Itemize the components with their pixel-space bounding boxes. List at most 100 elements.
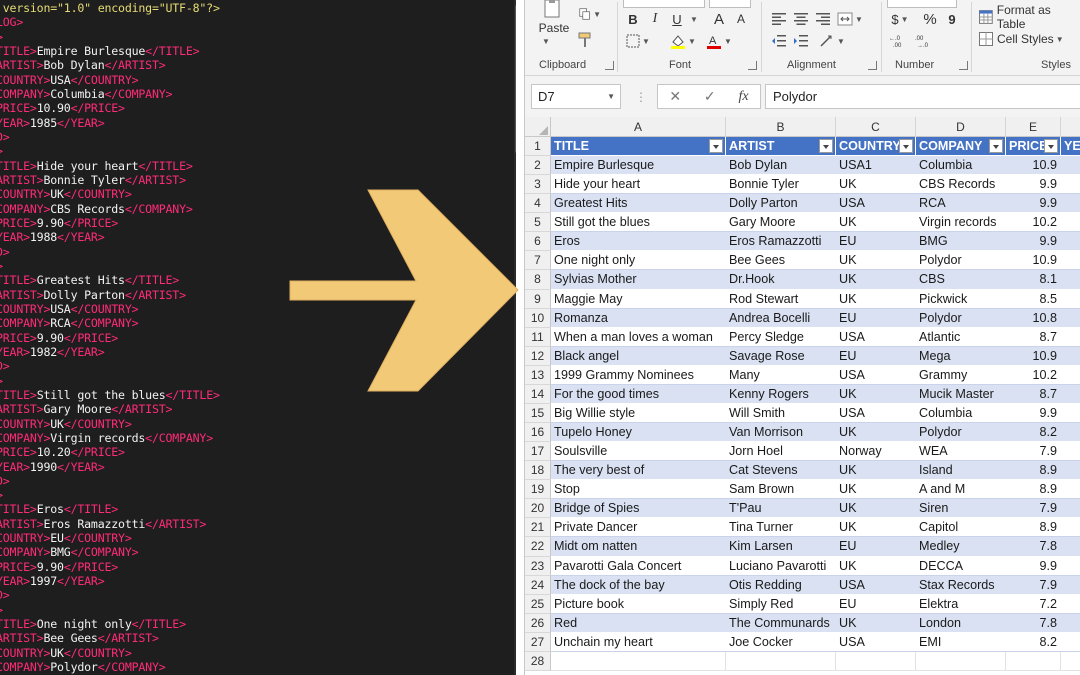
cancel-icon[interactable]: ✕ [669, 88, 681, 105]
header-cell[interactable]: TITLE [551, 137, 726, 157]
table-cell[interactable] [1061, 537, 1080, 557]
table-cell[interactable]: Kim Larsen [726, 537, 836, 557]
name-box-dropdown-icon[interactable]: ▼ [607, 85, 615, 108]
decrease-decimal-icon[interactable]: .00 →.0 [913, 32, 935, 50]
table-cell[interactable]: Medley [916, 537, 1006, 557]
table-cell[interactable]: Columbia [916, 156, 1006, 176]
header-cell[interactable]: PRICE [1006, 137, 1061, 157]
table-cell[interactable]: EU [836, 594, 916, 614]
table-cell[interactable]: Capitol [916, 518, 1006, 538]
table-cell[interactable]: Many [726, 365, 836, 385]
table-cell[interactable]: UK [836, 518, 916, 538]
font-color-icon[interactable]: A ▼ [703, 32, 735, 50]
table-cell[interactable]: Polydor [916, 308, 1006, 328]
table-cell[interactable] [1061, 594, 1080, 614]
currency-button[interactable]: $ ▼ [887, 10, 913, 28]
table-cell[interactable]: 10.9 [1006, 346, 1061, 366]
table-cell[interactable] [1061, 423, 1080, 443]
table-cell[interactable] [1061, 175, 1080, 195]
table-cell[interactable] [836, 651, 916, 671]
table-cell[interactable] [1061, 365, 1080, 385]
alignment-launcher-icon[interactable] [868, 61, 877, 70]
name-box[interactable]: D7 ▼ [531, 84, 621, 109]
table-cell[interactable]: Andrea Bocelli [726, 308, 836, 328]
filter-dropdown-icon[interactable] [819, 139, 833, 153]
table-cell[interactable]: Black angel [551, 346, 726, 366]
row-header[interactable]: 25 [525, 594, 551, 614]
editor-scroll-thumb[interactable] [515, 4, 516, 154]
table-cell[interactable]: BMG [916, 232, 1006, 252]
row-header[interactable]: 7 [525, 251, 551, 271]
row-header[interactable]: 1 [525, 137, 551, 157]
table-cell[interactable]: Still got the blues [551, 213, 726, 233]
table-cell[interactable]: UK [836, 556, 916, 576]
table-cell[interactable]: Will Smith [726, 403, 836, 424]
filter-dropdown-icon[interactable] [899, 139, 913, 153]
table-cell[interactable]: Norway [836, 442, 916, 462]
table-cell[interactable]: Mega [916, 346, 1006, 366]
table-cell[interactable]: The Communards [726, 613, 836, 633]
shrink-font-button[interactable]: A [731, 10, 751, 28]
table-cell[interactable]: Bee Gees [726, 251, 836, 271]
row-header[interactable]: 12 [525, 346, 551, 366]
table-cell[interactable]: EU [836, 232, 916, 252]
table-cell[interactable]: Kenny Rogers [726, 384, 836, 404]
table-cell[interactable] [726, 651, 836, 671]
table-cell[interactable] [1061, 194, 1080, 214]
merge-center-icon[interactable]: ▼ [835, 10, 865, 28]
table-cell[interactable]: EU [836, 346, 916, 366]
table-cell[interactable]: Virgin records [916, 213, 1006, 233]
table-cell[interactable] [1061, 156, 1080, 176]
table-cell[interactable] [1061, 613, 1080, 633]
table-cell[interactable] [1061, 651, 1080, 671]
comma-style-button[interactable]: 9 [943, 10, 961, 28]
table-cell[interactable]: 10.9 [1006, 156, 1061, 176]
header-cell[interactable]: COMPANY [916, 137, 1006, 157]
table-cell[interactable]: USA [836, 403, 916, 424]
font-launcher-icon[interactable] [748, 61, 757, 70]
table-cell[interactable]: 8.7 [1006, 384, 1061, 404]
table-cell[interactable]: Dr.Hook [726, 270, 836, 290]
table-cell[interactable]: Midt om natten [551, 537, 726, 557]
table-cell[interactable]: Polydor [916, 423, 1006, 443]
table-cell[interactable]: RCA [916, 194, 1006, 214]
table-cell[interactable]: UK [836, 461, 916, 481]
table-cell[interactable]: Savage Rose [726, 346, 836, 366]
increase-indent-icon[interactable] [791, 32, 811, 50]
table-cell[interactable]: Island [916, 461, 1006, 481]
table-cell[interactable]: 8.9 [1006, 480, 1061, 500]
table-cell[interactable]: Romanza [551, 308, 726, 328]
table-cell[interactable] [1061, 270, 1080, 290]
table-cell[interactable] [1061, 251, 1080, 271]
table-cell[interactable] [1061, 480, 1080, 500]
copy-icon[interactable]: ▼ [579, 4, 601, 24]
column-header-e[interactable]: E [1006, 117, 1061, 137]
table-cell[interactable] [1061, 461, 1080, 481]
table-cell[interactable]: UK [836, 251, 916, 271]
table-cell[interactable]: Empire Burlesque [551, 156, 726, 176]
table-cell[interactable]: USA [836, 194, 916, 214]
align-right-icon[interactable] [813, 10, 833, 28]
fill-color-icon[interactable]: ▼ [667, 32, 699, 50]
table-cell[interactable]: Simply Red [726, 594, 836, 614]
formula-input[interactable]: Polydor [765, 84, 1080, 109]
table-cell[interactable]: Pickwick [916, 289, 1006, 309]
table-cell[interactable]: The dock of the bay [551, 575, 726, 595]
table-cell[interactable] [1061, 442, 1080, 462]
underline-button[interactable]: U [667, 10, 687, 28]
table-cell[interactable]: 7.9 [1006, 442, 1061, 462]
table-cell[interactable]: 8.9 [1006, 461, 1061, 481]
table-cell[interactable]: Cat Stevens [726, 461, 836, 481]
row-header[interactable]: 16 [525, 423, 551, 443]
row-header[interactable]: 20 [525, 499, 551, 519]
column-header-f[interactable] [1061, 117, 1080, 137]
row-header[interactable]: 2 [525, 156, 551, 176]
table-cell[interactable]: Tupelo Honey [551, 423, 726, 443]
borders-icon[interactable]: ▼ [625, 32, 651, 50]
table-cell[interactable]: EMI [916, 632, 1006, 652]
percent-button[interactable]: % [919, 10, 941, 28]
table-cell[interactable]: 8.9 [1006, 518, 1061, 538]
row-header[interactable]: 13 [525, 365, 551, 385]
table-cell[interactable]: Luciano Pavarotti [726, 556, 836, 576]
table-cell[interactable]: 8.5 [1006, 289, 1061, 309]
